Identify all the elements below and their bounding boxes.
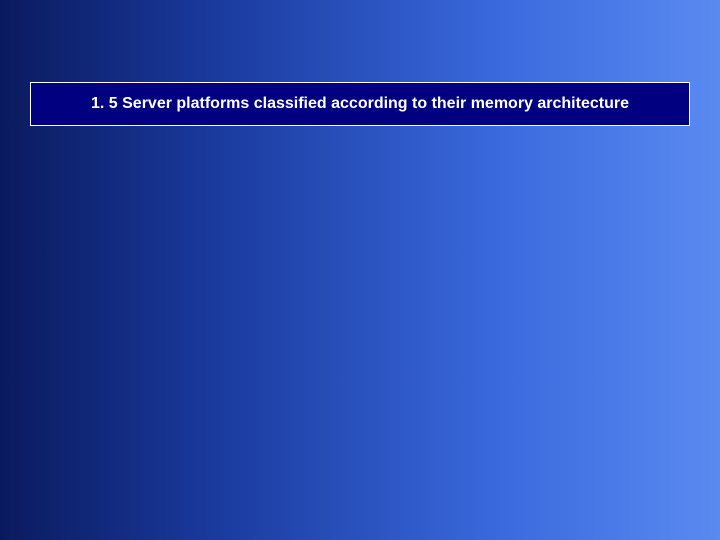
slide-title-box: 1. 5 Server platforms classified accordi…	[30, 82, 690, 126]
slide-title: 1. 5 Server platforms classified accordi…	[51, 93, 669, 115]
